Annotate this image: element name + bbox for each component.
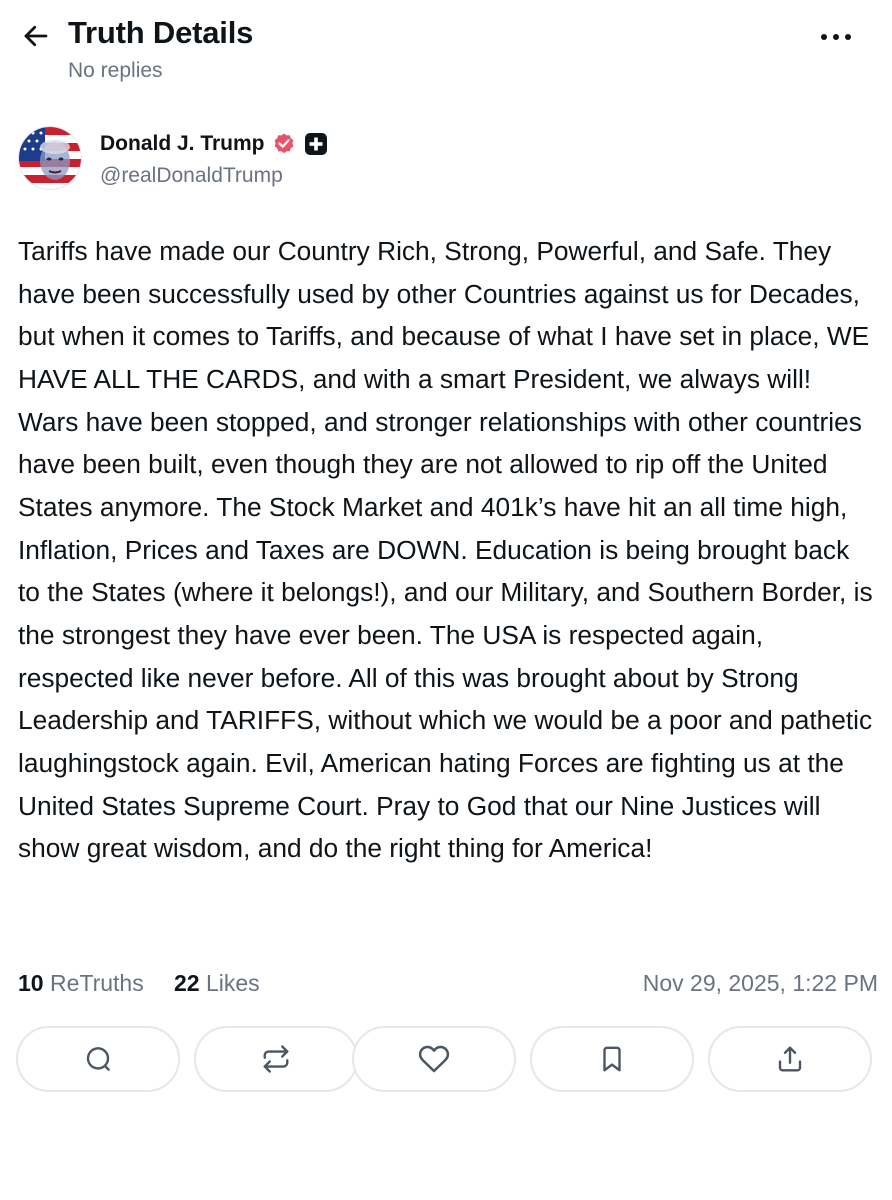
action-bar bbox=[16, 1026, 876, 1092]
page-title: Truth Details bbox=[68, 15, 254, 50]
retruths-label: ReTruths bbox=[49, 970, 144, 996]
bookmark-icon bbox=[603, 1046, 621, 1072]
retruths-stat[interactable]: 10 ReTruths bbox=[18, 970, 144, 997]
reply-button[interactable] bbox=[16, 1026, 180, 1092]
more-horizontal-icon bbox=[821, 34, 851, 40]
likes-count: 22 bbox=[174, 970, 200, 996]
plus-badge-icon bbox=[304, 133, 327, 155]
back-button[interactable] bbox=[18, 18, 54, 54]
more-options-button[interactable] bbox=[816, 22, 856, 52]
retruth-icon bbox=[263, 1045, 289, 1073]
verified-badge-icon bbox=[274, 133, 293, 154]
share-icon bbox=[778, 1046, 802, 1072]
likes-stat[interactable]: 22 Likes bbox=[174, 970, 260, 997]
author-name[interactable]: Donald J. Trump bbox=[100, 132, 265, 156]
likes-label: Likes bbox=[205, 970, 260, 996]
reply-icon bbox=[86, 1047, 110, 1071]
author-row: Donald J. Trump @realDonaldTrump bbox=[18, 126, 878, 190]
post-timestamp: Nov 29, 2025, 1:22 PM bbox=[642, 970, 878, 996]
author-name-row: Donald J. Trump bbox=[100, 130, 327, 158]
replies-status: No replies bbox=[68, 59, 163, 82]
arrow-left-icon bbox=[24, 25, 48, 47]
avatar[interactable] bbox=[18, 126, 82, 190]
author-handle[interactable]: @realDonaldTrump bbox=[100, 164, 283, 188]
like-icon bbox=[418, 1045, 450, 1073]
share-button[interactable] bbox=[708, 1026, 872, 1092]
retruth-button[interactable] bbox=[194, 1026, 358, 1092]
avatar-image bbox=[19, 127, 81, 189]
post-stats: 10 ReTruths 22 Likes Nov 29, 2025, 1:22 … bbox=[18, 970, 878, 1002]
header: Truth Details No replies bbox=[0, 0, 892, 100]
post-text: Tariffs have made our Country Rich, Stro… bbox=[18, 236, 873, 864]
retruths-count: 10 bbox=[18, 970, 44, 996]
bookmark-button[interactable] bbox=[530, 1026, 694, 1092]
like-button[interactable] bbox=[352, 1026, 516, 1092]
